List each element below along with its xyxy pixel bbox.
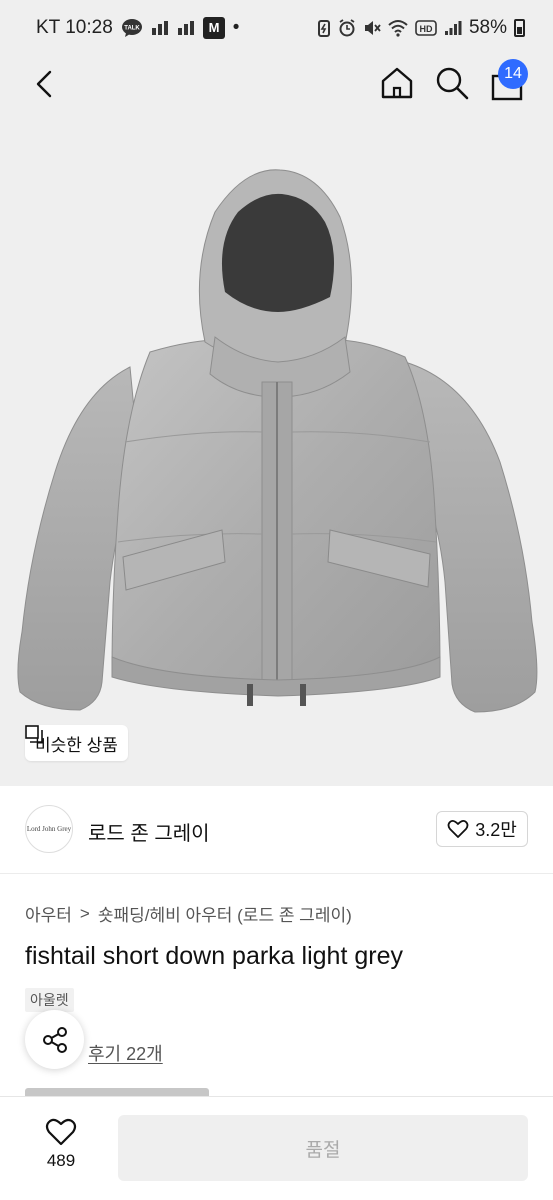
mute-icon <box>363 19 381 37</box>
home-button[interactable] <box>378 64 416 102</box>
kakaotalk-icon: TALK <box>121 18 143 38</box>
signal-chart-icon <box>151 20 169 36</box>
breadcrumb-level1[interactable]: 아우터 <box>25 901 72 926</box>
search-button[interactable] <box>433 64 471 102</box>
wishlist-button[interactable]: 489 <box>30 1117 92 1179</box>
brand-logo-text: Lord John Grey <box>26 824 72 833</box>
battery-saver-icon <box>317 19 331 37</box>
cellular-signal-icon <box>444 20 462 36</box>
bottom-action-bar: 489 품절 <box>0 1096 553 1200</box>
m-stock-icon: M <box>202 17 225 39</box>
similar-products-label: 비슷한 상품 <box>35 735 118 755</box>
chevron-left-icon <box>36 70 52 98</box>
product-jacket-image <box>17 169 538 713</box>
wifi-icon <box>388 19 408 37</box>
brand-logo[interactable]: Lord John Grey <box>25 805 73 853</box>
peek-content-strip <box>25 1088 209 1096</box>
home-icon <box>381 67 413 99</box>
sold-out-button[interactable]: 품절 <box>118 1115 528 1181</box>
status-right: HD 58% <box>317 17 525 39</box>
status-bar: KT 10:28 TALK M • HD 58% <box>0 0 553 56</box>
heart-outline-icon <box>45 1118 77 1146</box>
cart-count-badge: 14 <box>498 59 528 89</box>
outlet-badge: 아울렛 <box>25 988 74 1012</box>
wishlist-count: 489 <box>46 1151 76 1170</box>
product-image-area[interactable]: 비슷한 상품 <box>0 112 553 786</box>
breadcrumb: 아우터 > 숏패딩/헤비 아우터 (로드 존 그레이) <box>25 901 352 926</box>
alarm-icon <box>338 19 356 37</box>
brand-name[interactable]: 로드 존 그레이 <box>88 817 210 846</box>
carrier-time: KT 10:28 <box>36 17 113 38</box>
similar-products-button[interactable]: 비슷한 상품 <box>25 725 128 761</box>
notification-dot: • <box>232 17 240 38</box>
svg-text:M: M <box>208 20 219 35</box>
battery-icon <box>514 19 525 37</box>
battery-percent: 58% <box>468 17 507 38</box>
brand-like-count: 3.2만 <box>475 820 517 840</box>
breadcrumb-level2[interactable]: 숏패딩/헤비 아우터 (로드 존 그레이) <box>98 901 352 926</box>
share-button[interactable] <box>25 1010 84 1069</box>
share-icon <box>42 1026 67 1053</box>
similar-icon <box>25 725 43 743</box>
product-title: fishtail short down parka light grey <box>25 942 403 970</box>
breadcrumb-separator: > <box>79 903 90 923</box>
signal-chart-icon-2 <box>177 20 195 36</box>
top-navigation-bar <box>0 56 553 112</box>
search-icon <box>436 67 469 100</box>
svg-text:HD: HD <box>419 24 432 34</box>
back-button[interactable] <box>28 66 64 102</box>
brand-like-button[interactable]: 3.2만 <box>436 811 528 847</box>
hd-voice-icon: HD <box>415 20 437 36</box>
brand-row: Lord John Grey 로드 존 그레이 3.2만 <box>0 786 553 874</box>
heart-icon <box>447 819 469 838</box>
svg-text:TALK: TALK <box>124 26 140 32</box>
review-link[interactable]: 후기 22개 <box>88 1040 163 1066</box>
status-left: KT 10:28 TALK M • <box>36 17 239 39</box>
